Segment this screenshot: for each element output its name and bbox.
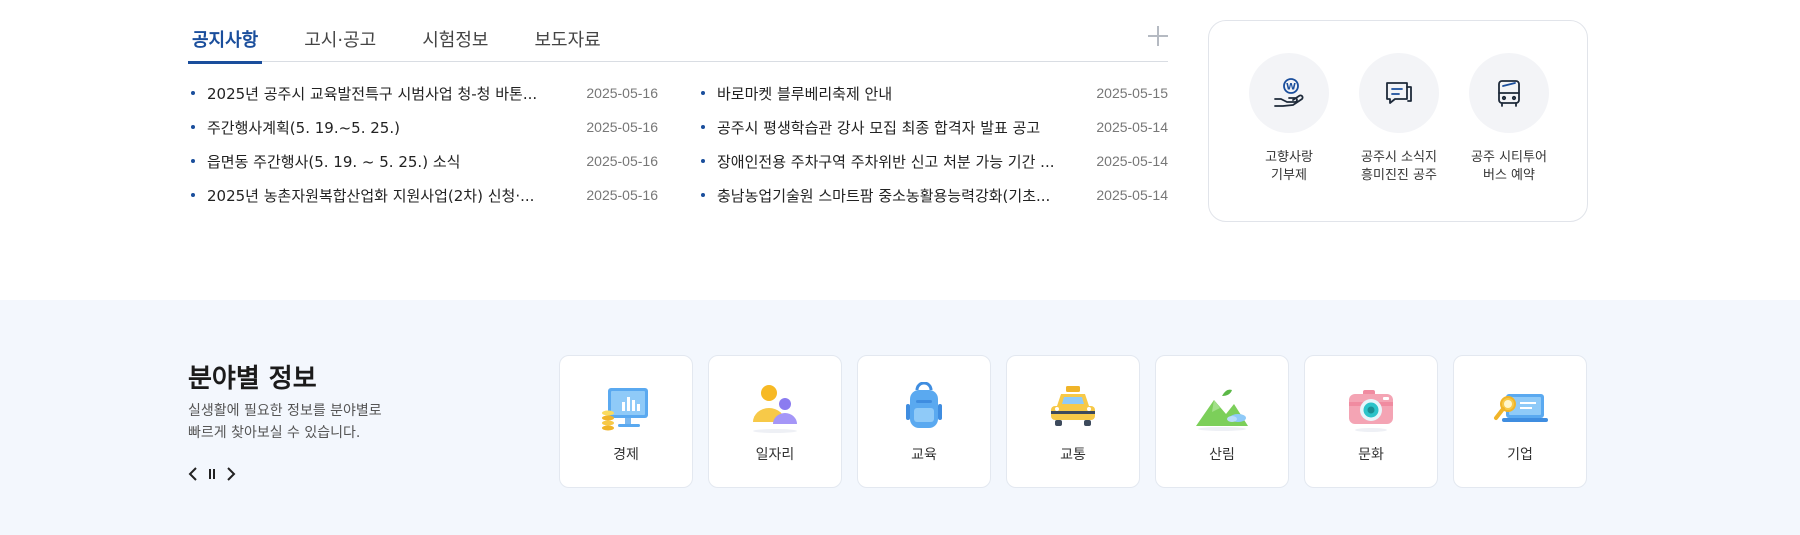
field-card-jobs[interactable]: 일자리 — [708, 355, 842, 488]
quick-link-label: 흥미진진 공주 — [1361, 168, 1437, 183]
card-label: 교육 — [911, 447, 937, 463]
section-title: 분야별 정보 — [188, 364, 317, 394]
quick-links-box: W 고향사랑 기부제 공주시 소식지 흥미진진 공주 공주 시티투어 버스 예약 — [1208, 20, 1588, 222]
description-line: 실생활에 필요한 정보를 분야별로 — [188, 403, 382, 419]
tab-announcement[interactable]: 고시·공고 — [300, 22, 380, 61]
card-label: 산림 — [1209, 447, 1235, 463]
field-card-economy[interactable]: 경제 — [559, 355, 693, 488]
quick-link-city-tour-bus[interactable]: 공주 시티투어 버스 예약 — [1454, 53, 1564, 185]
notice-title[interactable]: 공주시 평생학습관 강사 모집 최종 합격자 발표 공고 — [717, 117, 1076, 138]
field-card-forest[interactable]: 산림 — [1155, 355, 1289, 488]
description-line: 빠르게 찾아보실 수 있습니다. — [188, 425, 361, 441]
notice-list-right: 바로마켓 블루베리축제 안내 2025-05-15 공주시 평생학습관 강사 모… — [698, 76, 1168, 212]
quick-link-newsletter[interactable]: 공주시 소식지 흥미진진 공주 — [1344, 53, 1454, 185]
list-item[interactable]: 주간행사계획(5. 19.~5. 25.) 2025-05-16 — [188, 110, 658, 144]
list-item[interactable]: 충남농업기술원 스마트팜 중소농활용능력강화(기초... 2025-05-14 — [698, 178, 1168, 212]
list-item[interactable]: 장애인전용 주차구역 주차위반 신고 처분 가능 기간 ... 2025-05-… — [698, 144, 1168, 178]
bullet-icon — [701, 125, 705, 129]
notice-title[interactable]: 바로마켓 블루베리축제 안내 — [717, 83, 1076, 104]
list-item[interactable]: 2025년 농촌자원복합산업화 지원사업(2차) 신청·... 2025-05-… — [188, 178, 658, 212]
next-arrow-icon[interactable] — [222, 465, 240, 483]
list-item[interactable]: 읍면동 주간행사(5. 19. ~ 5. 25.) 소식 2025-05-16 — [188, 144, 658, 178]
prev-arrow-icon[interactable] — [184, 465, 202, 483]
notice-date: 2025-05-16 — [586, 187, 658, 203]
culture-camera-icon — [1339, 382, 1403, 438]
field-info-section: 분야별 정보 실생활에 필요한 정보를 분야별로 빠르게 찾아보실 수 있습니다… — [0, 300, 1800, 535]
field-card-education[interactable]: 교육 — [857, 355, 991, 488]
bullet-icon — [191, 91, 195, 95]
notice-title[interactable]: 충남농업기술원 스마트팜 중소농활용능력강화(기초... — [717, 185, 1076, 206]
notice-date: 2025-05-16 — [586, 85, 658, 101]
notice-list-left: 2025년 공주시 교육발전특구 시범사업 청-청 바톤... 2025-05-… — [188, 76, 658, 212]
notice-date: 2025-05-16 — [586, 119, 658, 135]
notice-title[interactable]: 2025년 공주시 교육발전특구 시범사업 청-청 바톤... — [207, 83, 566, 104]
bullet-icon — [191, 159, 195, 163]
quick-link-label: 버스 예약 — [1483, 168, 1535, 183]
list-item[interactable]: 2025년 공주시 교육발전특구 시범사업 청-청 바톤... 2025-05-… — [188, 76, 658, 110]
tab-notice[interactable]: 공지사항 — [188, 22, 263, 64]
notice-title[interactable]: 읍면동 주간행사(5. 19. ~ 5. 25.) 소식 — [207, 151, 566, 172]
pause-icon[interactable] — [203, 465, 221, 483]
more-plus-icon[interactable] — [1148, 26, 1168, 46]
quick-link-label: 기부제 — [1271, 168, 1307, 183]
bullet-icon — [701, 91, 705, 95]
notice-tabs: 공지사항 고시·공고 시험정보 보도자료 — [188, 22, 1168, 64]
quick-link-label: 고향사랑 — [1265, 150, 1313, 165]
section-description: 실생활에 필요한 정보를 분야별로 빠르게 찾아보실 수 있습니다. — [188, 400, 382, 444]
field-card-traffic[interactable]: 교통 — [1006, 355, 1140, 488]
notice-title[interactable]: 주간행사계획(5. 19.~5. 25.) — [207, 117, 566, 138]
notice-title[interactable]: 2025년 농촌자원복합산업화 지원사업(2차) 신청·... — [207, 185, 566, 206]
traffic-taxi-icon — [1041, 382, 1105, 438]
quick-link-label: 공주 시티투어 — [1471, 150, 1547, 165]
svg-text:W: W — [1286, 83, 1296, 93]
bullet-icon — [701, 159, 705, 163]
bullet-icon — [701, 193, 705, 197]
quick-link-label: 공주시 소식지 — [1361, 150, 1437, 165]
newsletter-icon — [1359, 53, 1439, 133]
field-card-business[interactable]: 기업 — [1453, 355, 1587, 488]
bullet-icon — [191, 193, 195, 197]
card-label: 교통 — [1060, 447, 1086, 463]
notice-title[interactable]: 장애인전용 주차구역 주차위반 신고 처분 가능 기간 ... — [717, 151, 1076, 172]
jobs-people-icon — [743, 382, 807, 438]
bullet-icon — [191, 125, 195, 129]
notice-date: 2025-05-15 — [1096, 85, 1168, 101]
quick-link-hometown-donation[interactable]: W 고향사랑 기부제 — [1234, 53, 1344, 185]
list-item[interactable]: 바로마켓 블루베리축제 안내 2025-05-15 — [698, 76, 1168, 110]
tab-press-release[interactable]: 보도자료 — [530, 22, 604, 61]
tab-exam-info[interactable]: 시험정보 — [418, 22, 492, 61]
card-label: 경제 — [613, 447, 639, 463]
notice-section: 공지사항 고시·공고 시험정보 보도자료 2025년 공주시 교육발전특구 시범… — [0, 0, 1800, 300]
card-label: 기업 — [1507, 447, 1533, 463]
card-label: 일자리 — [755, 447, 795, 463]
hand-coin-icon: W — [1249, 53, 1329, 133]
business-laptop-icon — [1488, 382, 1552, 438]
notice-date: 2025-05-14 — [1096, 119, 1168, 135]
notice-date: 2025-05-14 — [1096, 187, 1168, 203]
forest-mountain-icon — [1190, 382, 1254, 438]
notice-date: 2025-05-14 — [1096, 153, 1168, 169]
notice-date: 2025-05-16 — [586, 153, 658, 169]
education-backpack-icon — [892, 381, 956, 438]
economy-monitor-icon — [594, 382, 658, 438]
card-label: 문화 — [1358, 447, 1384, 463]
field-card-culture[interactable]: 문화 — [1304, 355, 1438, 488]
bus-icon — [1469, 53, 1549, 133]
list-item[interactable]: 공주시 평생학습관 강사 모집 최종 합격자 발표 공고 2025-05-14 — [698, 110, 1168, 144]
